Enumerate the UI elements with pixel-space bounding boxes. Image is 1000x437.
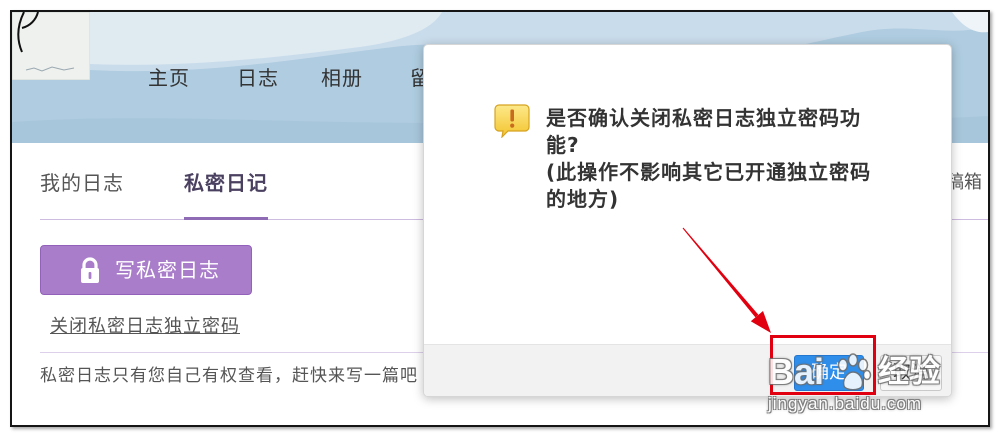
- confirm-dialog: 是否确认关闭私密日志独立密码功能? (此操作不影响其它已开通独立密码的地方) 确…: [423, 44, 952, 397]
- active-tab-indicator: [184, 217, 268, 220]
- dialog-question: 是否确认关闭私密日志独立密码功能?: [546, 106, 861, 157]
- avatar[interactable]: [12, 12, 90, 80]
- lock-icon: [81, 257, 99, 283]
- avatar-sketch-icon: [12, 12, 90, 80]
- dialog-footer: 确定 取消: [424, 344, 951, 396]
- close-private-password-link[interactable]: 关闭私密日志独立密码: [50, 316, 240, 338]
- write-private-diary-button[interactable]: 写私密日志: [40, 245, 252, 295]
- dialog-note: (此操作不影响其它已开通独立密码的地方): [546, 160, 872, 211]
- nav-item-home[interactable]: 主页: [148, 65, 190, 91]
- private-diary-info-text: 私密日志只有您自己有权查看，赶快来写一篇吧: [40, 366, 418, 386]
- confirm-button[interactable]: 确定: [794, 355, 864, 391]
- nav-item-blog[interactable]: 日志: [237, 65, 279, 91]
- warning-icon: [494, 104, 530, 138]
- write-private-diary-label: 写私密日志: [115, 258, 220, 282]
- watermark-url: jingyan.baidu.com: [768, 394, 923, 413]
- screenshot-frame: 主页 日志 相册 留 我的日志 私密日记 稿箱 写私密日志 关闭私密日志独立密码…: [10, 10, 990, 427]
- cancel-button[interactable]: 取消: [880, 355, 942, 391]
- tab-private-diary[interactable]: 私密日记: [184, 170, 268, 196]
- tab-my-blog[interactable]: 我的日志: [40, 170, 124, 196]
- nav-item-album[interactable]: 相册: [321, 65, 363, 91]
- dialog-message: 是否确认关闭私密日志独立密码功能? (此操作不影响其它已开通独立密码的地方): [546, 105, 876, 213]
